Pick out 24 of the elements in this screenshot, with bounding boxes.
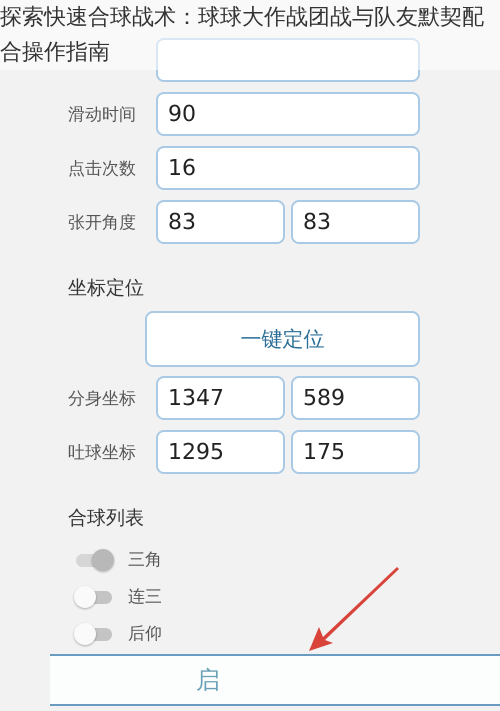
input-field[interactable]: 589: [291, 376, 420, 420]
locate-button[interactable]: 一键定位: [145, 311, 420, 367]
field-label: 分身坐标: [68, 388, 137, 410]
caption-title: 探索快速合球战术：球球大作战团战与队友默契配合操作指南: [0, 0, 500, 70]
input-field[interactable]: 1347: [156, 376, 285, 420]
input-field[interactable]: 90: [156, 92, 420, 136]
toggle-label: 连三: [128, 586, 162, 608]
field-label: 张开角度: [68, 212, 137, 234]
input-field[interactable]: [156, 38, 420, 82]
toggle-switch[interactable]: [74, 586, 114, 608]
toggle-switch[interactable]: [74, 622, 114, 644]
input-field[interactable]: 16: [156, 146, 420, 190]
section-heading: 坐标定位: [68, 276, 145, 301]
field-label: 吐球坐标: [68, 442, 137, 464]
toggle-label: 三角: [128, 549, 162, 571]
input-field[interactable]: 175: [291, 430, 420, 474]
field-label: 滑动时间: [68, 104, 137, 126]
input-field[interactable]: 83: [291, 200, 420, 244]
input-field[interactable]: 83: [156, 200, 285, 244]
input-field[interactable]: 1295: [156, 430, 285, 474]
toggle-switch[interactable]: [74, 548, 114, 570]
toggle-label: 后仰: [128, 623, 162, 645]
field-label: 点击次数: [68, 158, 137, 180]
section-heading: 合球列表: [68, 506, 145, 531]
